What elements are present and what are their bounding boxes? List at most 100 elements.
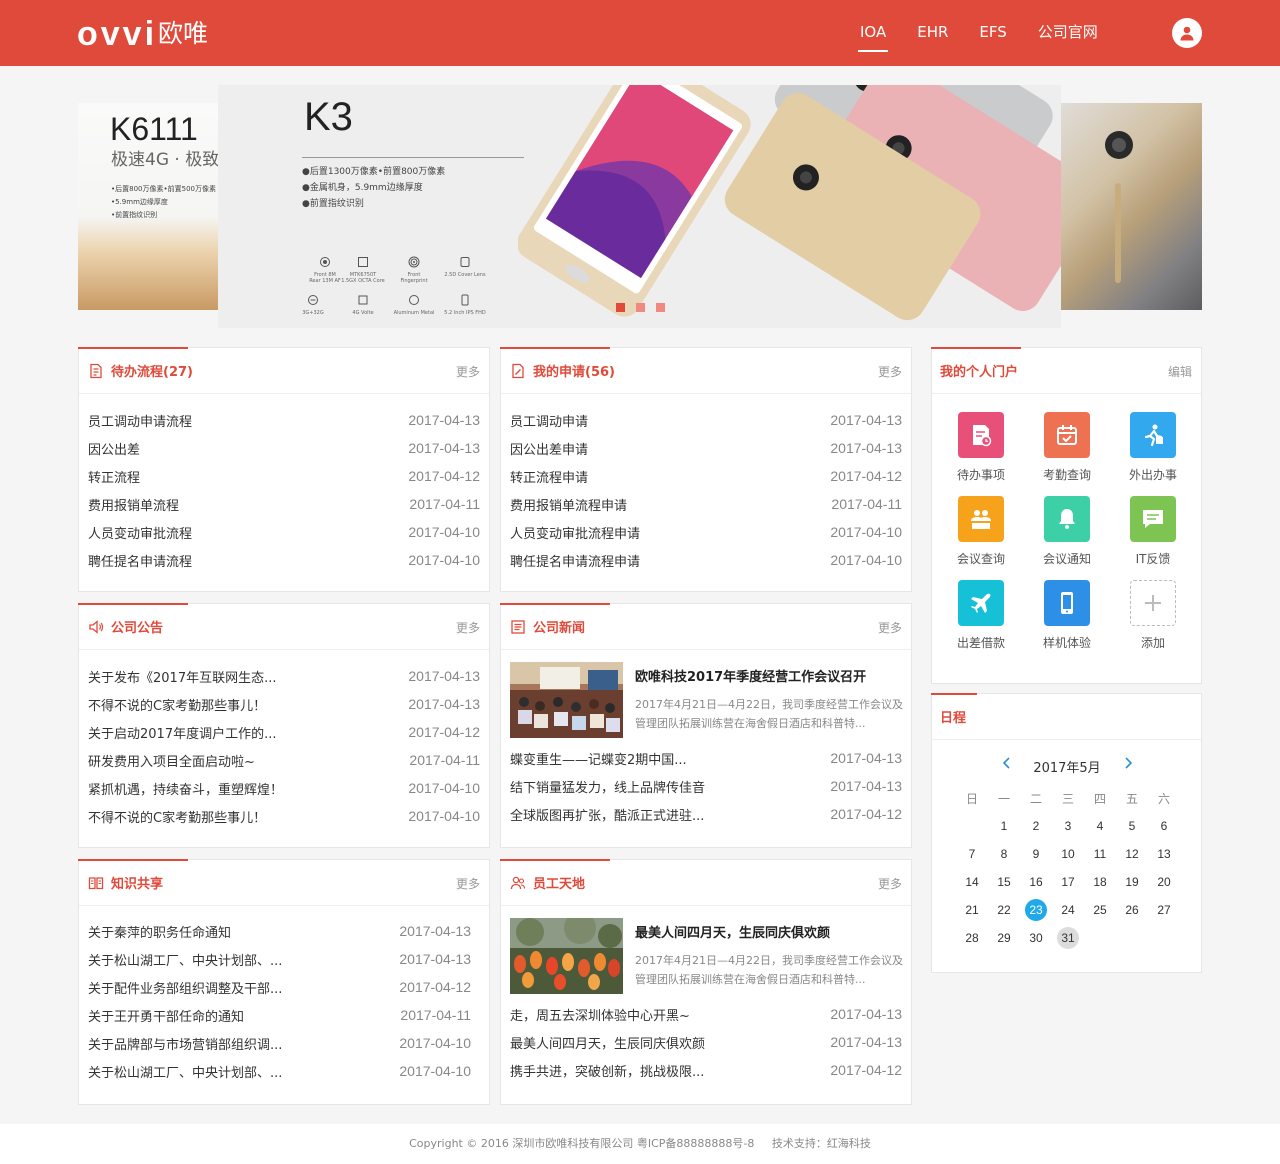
list-item[interactable]: 聘任提名申请流程 2017-04-10 [88, 546, 480, 574]
list-item[interactable]: 走，周五去深圳体验中心开黑~ 2017-04-13 [510, 1000, 902, 1028]
staff-feature[interactable]: 最美人间四月天，生辰同庆俱欢颜 2017年4月21日—4月22日，我司季度经营工… [510, 918, 904, 996]
calendar-day[interactable]: 25 [1084, 896, 1116, 924]
carousel-dot-3[interactable] [656, 303, 665, 312]
notice-more-link[interactable]: 更多 [456, 619, 480, 636]
portal-edit-link[interactable]: 编辑 [1168, 363, 1192, 380]
news-list: 蝶变重生——记蝶变2期中国... 2017-04-13 结下销量猛发力，线上品牌传… [510, 744, 902, 828]
list-item[interactable]: 关于配件业务部组织调整及干部... 2017-04-12 [88, 973, 471, 1001]
calendar-day[interactable]: 27 [1148, 896, 1180, 924]
calendar-day[interactable]: 5 [1116, 812, 1148, 840]
carousel-dot-2[interactable] [636, 303, 645, 312]
list-item[interactable]: 聘任提名申请流程申请 2017-04-10 [510, 546, 902, 574]
app-meeting-notice[interactable]: 会议通知 [1024, 496, 1110, 567]
calendar-day[interactable]: 3 [1052, 812, 1084, 840]
news-feature[interactable]: 欧唯科技2017年季度经营工作会议召开 2017年4月21日—4月22日，我司季… [510, 662, 904, 740]
calendar-day[interactable]: 16 [1020, 868, 1052, 896]
calendar-day[interactable]: 29 [988, 924, 1020, 952]
calendar-day[interactable]: 26 [1116, 896, 1148, 924]
slide-prev-feature-2: •5.9mm边缘厚度 [111, 198, 168, 206]
todo-more-link[interactable]: 更多 [456, 363, 480, 380]
app-it-feedback[interactable]: IT反馈 [1110, 496, 1196, 567]
list-item[interactable]: 转正流程申请 2017-04-12 [510, 462, 902, 490]
calendar-day[interactable]: 24 [1052, 896, 1084, 924]
calendar-day[interactable]: 21 [956, 896, 988, 924]
carousel-dot-1[interactable] [616, 303, 625, 312]
list-item[interactable]: 因公出差申请 2017-04-13 [510, 434, 902, 462]
calendar-day[interactable]: 12 [1116, 840, 1148, 868]
list-item[interactable]: 员工调动申请 2017-04-13 [510, 406, 902, 434]
list-item[interactable]: 关于启动2017年度调户工作的... 2017-04-12 [88, 718, 480, 746]
calendar-day[interactable]: 17 [1052, 868, 1084, 896]
list-item[interactable]: 人员变动审批流程申请 2017-04-10 [510, 518, 902, 546]
nav-ioa[interactable]: IOA [857, 0, 889, 66]
list-item[interactable]: 员工调动申请流程 2017-04-13 [88, 406, 480, 434]
calendar-day[interactable]: 7 [956, 840, 988, 868]
todo-panel-header: 待办流程(27) 更多 [78, 347, 489, 394]
app-meeting-query[interactable]: 会议查询 [938, 496, 1024, 567]
knowledge-more-link[interactable]: 更多 [456, 875, 480, 892]
calendar-day[interactable]: 28 [956, 924, 988, 952]
list-item[interactable]: 最美人间四月天，生辰同庆俱欢颜 2017-04-13 [510, 1028, 902, 1056]
calendar-day[interactable]: 30 [1020, 924, 1052, 952]
list-item[interactable]: 研发费用入项目全面启动啦~ 2017-04-11 [88, 746, 480, 774]
calendar-day[interactable]: 2 [1020, 812, 1052, 840]
calendar-day[interactable]: 8 [988, 840, 1020, 868]
calendar-day[interactable]: 19 [1116, 868, 1148, 896]
banner-slide-current[interactable]: K3 ●后置1300万像素•前置800万像素 ●金属机身，5.9mm边缘厚度 ●… [218, 85, 1061, 328]
list-item[interactable]: 携手共进，突破创新，挑战极限... 2017-04-12 [510, 1056, 902, 1084]
calendar-day[interactable]: 31 [1052, 924, 1084, 952]
calendar-day[interactable]: 10 [1052, 840, 1084, 868]
list-item[interactable]: 因公出差 2017-04-13 [88, 434, 480, 462]
list-item[interactable]: 关于秦萍的职务任命通知 2017-04-13 [88, 917, 471, 945]
banner-carousel[interactable]: K6111 极速4G · 极致 •后置800万像素•前置500万像素 •5.9m… [78, 85, 1202, 328]
list-item[interactable]: 关于松山湖工厂、中央计划部、... 2017-04-13 [88, 945, 471, 973]
calendar-day[interactable]: 13 [1148, 840, 1180, 868]
app-attendance[interactable]: 考勤查询 [1024, 412, 1110, 483]
app-device-trial[interactable]: 样机体验 [1024, 580, 1110, 651]
nav-efs[interactable]: EFS [979, 0, 1006, 66]
app-travel-loan[interactable]: 出差借款 [938, 580, 1024, 651]
list-item[interactable]: 全球版图再扩张，酷派正式进驻... 2017-04-12 [510, 800, 902, 828]
calendar-day[interactable]: 6 [1148, 812, 1180, 840]
list-item[interactable]: 紧抓机遇，持续奋斗，重塑辉煌！ 2017-04-10 [88, 774, 480, 802]
news-more-link[interactable]: 更多 [878, 619, 902, 636]
knowledge-panel-header: 知识共享 更多 [78, 859, 489, 906]
calendar-day[interactable]: 14 [956, 868, 988, 896]
list-item[interactable]: 关于发布《2017年互联网生态... 2017-04-13 [88, 662, 480, 690]
list-item[interactable]: 不得不说的C家考勤那些事儿！ 2017-04-13 [88, 690, 480, 718]
calendar-day[interactable]: 1 [988, 812, 1020, 840]
calendar-day[interactable]: 18 [1084, 868, 1116, 896]
calendar-weekday: 三 [1061, 791, 1074, 806]
calendar-day[interactable]: 11 [1084, 840, 1116, 868]
list-item[interactable]: 关于松山湖工厂、中央计划部、... 2017-04-10 [88, 1057, 471, 1085]
list-item[interactable]: 转正流程 2017-04-12 [88, 462, 480, 490]
nav-ehr[interactable]: EHR [917, 0, 948, 66]
app-add[interactable]: 添加 [1110, 580, 1196, 651]
calendar-day[interactable]: 20 [1148, 868, 1180, 896]
calendar-day[interactable]: 22 [988, 896, 1020, 924]
list-item[interactable]: 费用报销单流程申请 2017-04-11 [510, 490, 902, 518]
banner-slide-next[interactable] [1061, 103, 1202, 310]
list-item[interactable]: 关于品牌部与市场营销部组织调... 2017-04-10 [88, 1029, 471, 1057]
list-item[interactable]: 不得不说的C家考勤那些事儿！ 2017-04-10 [88, 802, 480, 830]
staff-more-link[interactable]: 更多 [878, 875, 902, 892]
list-item[interactable]: 费用报销单流程 2017-04-11 [88, 490, 480, 518]
glass-icon [460, 257, 470, 267]
calendar-next-button[interactable] [1123, 756, 1133, 774]
slide-prev-feature-3: •前置指纹识别 [111, 211, 158, 219]
app-todo[interactable]: 待办事项 [938, 412, 1024, 483]
app-outing[interactable]: 外出办事 [1110, 412, 1196, 483]
list-item[interactable]: 关于王开勇干部任命的通知 2017-04-11 [88, 1001, 471, 1029]
nav-official-site[interactable]: 公司官网 [1038, 0, 1098, 66]
logo[interactable]: ovvi 欧唯 [77, 17, 208, 51]
calendar-day[interactable]: 23 [1020, 896, 1052, 924]
calendar-day[interactable]: 15 [988, 868, 1020, 896]
list-item[interactable]: 结下销量猛发力，线上品牌传佳音 2017-04-13 [510, 772, 902, 800]
calendar-day[interactable]: 4 [1084, 812, 1116, 840]
calendar-day[interactable]: 9 [1020, 840, 1052, 868]
banner-slide-prev[interactable]: K6111 极速4G · 极致 •后置800万像素•前置500万像素 •5.9m… [78, 103, 218, 310]
user-avatar[interactable] [1172, 18, 1202, 48]
list-item[interactable]: 人员变动审批流程 2017-04-10 [88, 518, 480, 546]
my-apply-more-link[interactable]: 更多 [878, 363, 902, 380]
list-item[interactable]: 蝶变重生——记蝶变2期中国... 2017-04-13 [510, 744, 902, 772]
